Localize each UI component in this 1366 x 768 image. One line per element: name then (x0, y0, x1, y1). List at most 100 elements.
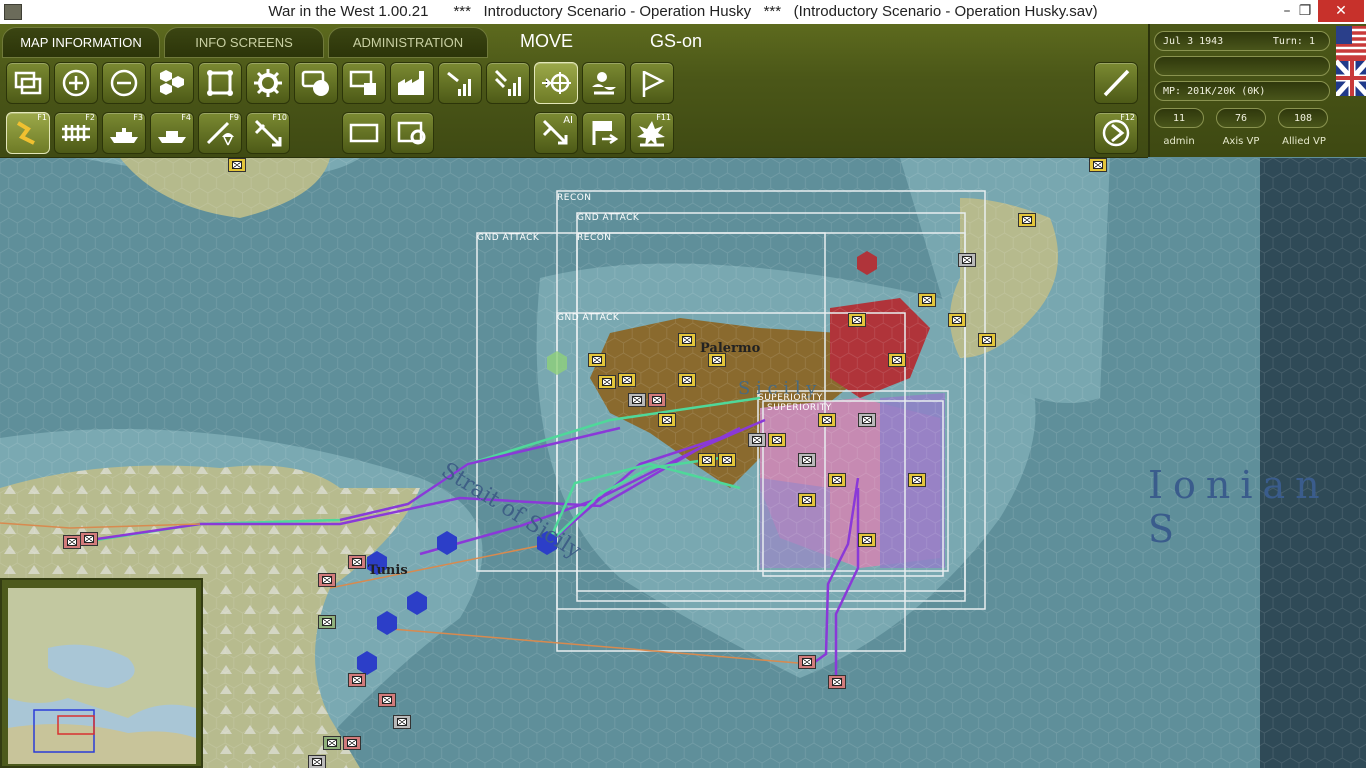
status-panel: Jul 3 1943 Turn: 1 MP: 201K/20K (0K) 11 … (1148, 24, 1366, 157)
admin-points-value: 11 (1154, 108, 1204, 128)
air-target-button[interactable] (534, 62, 578, 104)
unit-counter[interactable] (918, 293, 936, 307)
unit-counter[interactable] (80, 532, 98, 546)
unit-counter[interactable] (798, 655, 816, 669)
tab-map-information[interactable]: MAP INFORMATION (2, 27, 160, 58)
flag-icon (642, 70, 665, 97)
unit-counter-button[interactable] (294, 62, 338, 104)
settings-button[interactable] (246, 62, 290, 104)
unit-counter[interactable] (848, 313, 866, 327)
unit-counter[interactable] (958, 253, 976, 267)
unit-counter[interactable] (1018, 213, 1036, 227)
rail-move-button[interactable]: F2 (54, 112, 98, 154)
flag-button[interactable] (630, 62, 674, 104)
unit-counter[interactable] (658, 413, 676, 427)
game-map[interactable]: Palermo S i c i l y Strait of Sicily Tun… (0, 158, 1366, 768)
recon-box-label: RECON (557, 193, 592, 203)
supply-signal-button[interactable] (438, 62, 482, 104)
tab-info-screens[interactable]: INFO SCREENS (164, 27, 324, 58)
unit-counter[interactable] (908, 473, 926, 487)
unit-counter[interactable] (828, 675, 846, 689)
end-turn-button[interactable]: F12 (1094, 112, 1138, 154)
allied-flag-icon (1336, 26, 1366, 96)
unit-counter[interactable] (888, 353, 906, 367)
minimap[interactable] (0, 578, 203, 768)
bombardment-button[interactable]: F11 (630, 112, 674, 154)
unit-counter[interactable] (348, 555, 366, 569)
unit-counter[interactable] (978, 333, 996, 347)
production-button[interactable] (390, 62, 434, 104)
unit-counter[interactable] (393, 715, 411, 729)
air-ai-button[interactable]: AI (534, 112, 578, 154)
unit-counter[interactable] (748, 433, 766, 447)
retreat-flag-button[interactable] (582, 112, 626, 154)
zoom-in-button[interactable] (54, 62, 98, 104)
unit-counter[interactable] (378, 693, 396, 707)
allied-vp-label: Allied VP (1282, 136, 1326, 147)
unit-counter[interactable] (708, 353, 726, 367)
unit-counter[interactable] (858, 413, 876, 427)
hq-button[interactable] (342, 62, 386, 104)
unit-counter[interactable] (678, 333, 696, 347)
toolbar-row-2: F1 F2 F3 F4 F9 F10 AI F11 F12 (0, 112, 1148, 160)
window-stack-button[interactable] (6, 62, 50, 104)
minimap-terrain[interactable] (8, 588, 196, 764)
unit-counter[interactable] (798, 493, 816, 507)
draw-line-button[interactable] (1094, 62, 1138, 104)
maximize-button[interactable]: ❐ (1290, 0, 1320, 22)
unit-counter[interactable] (323, 736, 341, 750)
unit-counter[interactable] (348, 673, 366, 687)
unit-counter[interactable] (718, 453, 736, 467)
unit-counter[interactable] (618, 373, 636, 387)
recon-box-label-2: RECON (577, 233, 612, 243)
hq-icon (349, 70, 376, 95)
tunis-label: Tunis (368, 563, 408, 578)
box-select-icon (349, 123, 379, 143)
weather-button[interactable] (582, 62, 626, 104)
supply-signal-2-button[interactable] (486, 62, 530, 104)
unit-counter[interactable] (343, 736, 361, 750)
message-pill (1154, 56, 1330, 76)
minimap-view[interactable] (8, 588, 196, 764)
naval-transport-button[interactable]: F4 (150, 112, 194, 154)
supply-signal-icon (447, 71, 471, 96)
box-gear-button[interactable] (390, 112, 434, 154)
date-turn-pill: Jul 3 1943 Turn: 1 (1154, 31, 1330, 51)
unit-counter[interactable] (818, 413, 836, 427)
unit-counter[interactable] (768, 433, 786, 447)
unit-counter[interactable] (1089, 158, 1107, 172)
airborne-button[interactable]: F9 (198, 112, 242, 154)
unit-counter[interactable] (628, 393, 646, 407)
unit-counter[interactable] (63, 535, 81, 549)
unit-counter[interactable] (948, 313, 966, 327)
unit-counter[interactable] (648, 393, 666, 407)
tab-row: MAP INFORMATION INFO SCREENS ADMINISTRAT… (0, 24, 1148, 58)
unit-counter[interactable] (228, 158, 246, 172)
box-select-button[interactable] (342, 112, 386, 154)
naval-move-button[interactable]: F3 (102, 112, 146, 154)
gs-mode-label[interactable]: GS-on (650, 31, 702, 52)
unit-frame-button[interactable] (198, 62, 242, 104)
unit-counter[interactable] (308, 755, 326, 768)
unit-counter[interactable] (798, 453, 816, 467)
tab-administration[interactable]: ADMINISTRATION (328, 27, 488, 58)
close-button[interactable]: ✕ (1318, 0, 1364, 22)
ground-move-button[interactable]: F1 (6, 112, 50, 154)
retreat-flag-icon (592, 121, 619, 145)
unit-counter[interactable] (588, 353, 606, 367)
factory-icon (398, 71, 424, 95)
gear-icon (254, 69, 282, 97)
unit-counter[interactable] (318, 615, 336, 629)
unit-counter[interactable] (698, 453, 716, 467)
f4-key-label: F4 (181, 113, 191, 122)
unit-counter[interactable] (318, 573, 336, 587)
unit-counter[interactable] (858, 533, 876, 547)
move-mode-label[interactable]: MOVE (520, 31, 573, 52)
air-strike-button[interactable]: F10 (246, 112, 290, 154)
zoom-out-button[interactable] (102, 62, 146, 104)
unit-counter[interactable] (598, 375, 616, 389)
unit-counter[interactable] (828, 473, 846, 487)
unit-counter[interactable] (678, 373, 696, 387)
hex-grid-button[interactable] (150, 62, 194, 104)
gnd-attack-box-label: GND ATTACK (577, 213, 640, 223)
